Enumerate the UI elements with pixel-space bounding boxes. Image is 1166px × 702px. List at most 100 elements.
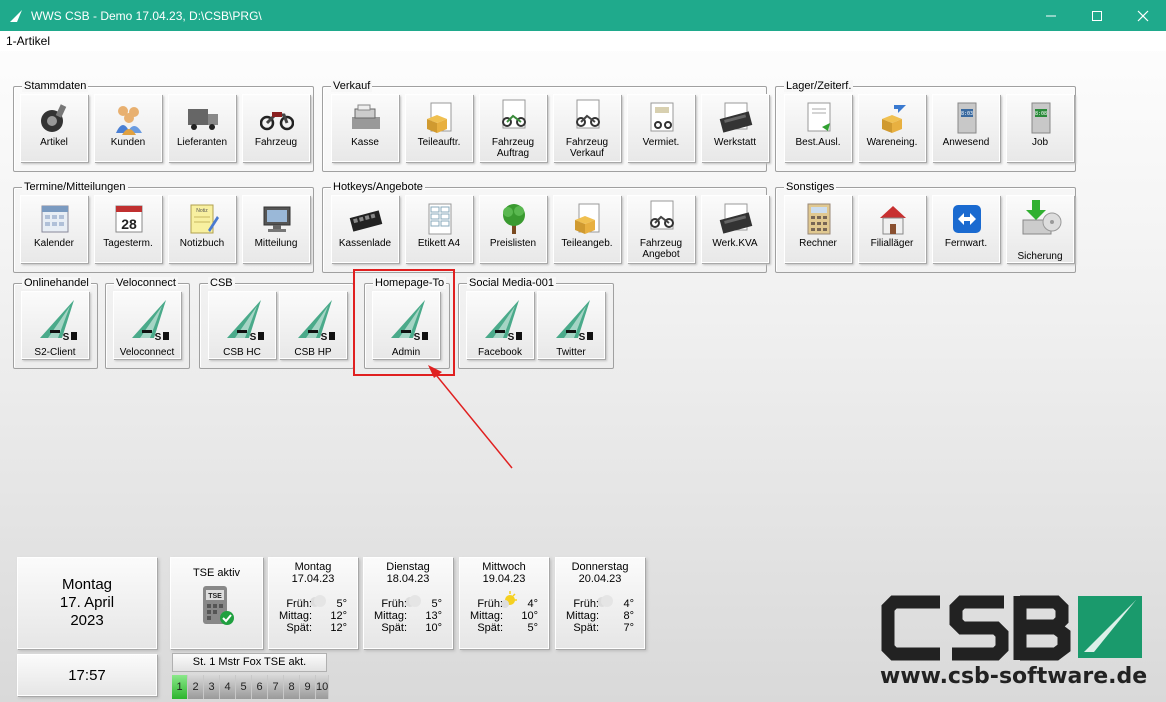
group-title: Verkauf (331, 80, 373, 92)
tile-wareneing[interactable]: Wareneing. (858, 94, 926, 162)
clock-panel: 17:57 (17, 654, 157, 696)
minimize-button[interactable] (1028, 0, 1074, 31)
tile-vermiet[interactable]: Vermiet. (627, 94, 695, 162)
tile-fahrzeug-auftrag[interactable]: Fahrzeug Auftrag (479, 94, 547, 162)
customers-icon (116, 106, 142, 135)
tile-tagesterm[interactable]: 28 Tagesterm. (94, 195, 162, 263)
group-sonstiges: Sonstiges Rechner Filialläger Fernwart. … (775, 181, 1076, 273)
tile-fernwart[interactable]: Fernwart. (932, 195, 1000, 263)
station-button[interactable]: 4 (220, 675, 236, 699)
station-button[interactable]: 9 (300, 675, 316, 699)
time-clock-icon: 8:03 (957, 102, 977, 134)
weather-temp-frueh: 4° (623, 598, 634, 610)
group-title: Stammdaten (22, 80, 89, 92)
tile-twitter[interactable]: S Twitter (537, 291, 605, 359)
rental-icon (650, 102, 674, 132)
weather-date: 18.04.23 (386, 573, 430, 585)
weather-date: 20.04.23 (578, 573, 622, 585)
order-document-icon (807, 102, 831, 132)
tile-etikett-a4[interactable]: Etikett A4 (405, 195, 473, 263)
station-button[interactable]: 6 (252, 675, 268, 699)
tile-kasse[interactable]: Kasse (331, 94, 399, 162)
tile-kunden[interactable]: Kunden (94, 94, 162, 162)
station-label[interactable]: St. 1 Mstr Fox TSE akt. (172, 653, 327, 672)
tile-s2-client[interactable]: S S2-Client (21, 291, 89, 359)
tile-filiallaeger[interactable]: Filialläger (858, 195, 926, 263)
vehicle-offer-icon (650, 200, 674, 230)
tile-best-ausl[interactable]: Best.Ausl. (784, 94, 852, 162)
weather-label-mittag: Mittag: (565, 610, 599, 622)
tile-preislisten[interactable]: Preislisten (479, 195, 547, 263)
weather-temp-mittag: 12° (330, 610, 347, 622)
weather-label-frueh: Früh: (381, 598, 407, 610)
tile-kalender[interactable]: Kalender (20, 195, 88, 263)
tile-facebook[interactable]: S Facebook (466, 291, 534, 359)
weather-weekday: Montag (294, 561, 332, 573)
station-button[interactable]: 7 (268, 675, 284, 699)
tile-teileauftr[interactable]: Teileauftr. (405, 94, 473, 162)
csb-logo-icon: S (227, 300, 264, 343)
tile-artikel[interactable]: Artikel (20, 94, 88, 162)
title-bar: WWS CSB - Demo 17.04.23, D:\CSB\PRG\ (0, 0, 1166, 31)
truck-icon (188, 109, 218, 130)
tile-kassenlade[interactable]: Kassenlade (331, 195, 399, 263)
tile-teileangeb[interactable]: Teileangeb. (553, 195, 621, 263)
weather-weekday: Mittwoch (482, 561, 526, 573)
tile-fahrzeug[interactable]: Fahrzeug (242, 94, 310, 162)
csb-website-link[interactable]: www.csb-software.de (880, 664, 1147, 689)
tse-status-label: TSE aktiv (192, 567, 241, 579)
group-social: Social Media-001 S Facebook S Twitter (458, 277, 614, 369)
menu-artikel[interactable]: 1-Artikel (6, 34, 50, 48)
tile-label: Veloconnect (119, 347, 175, 358)
tile-rechner[interactable]: Rechner (784, 195, 852, 263)
weather-weekday: Donnerstag (571, 561, 629, 573)
tile-csb-hp[interactable]: S CSB HP (279, 291, 347, 359)
weather-label-spaet: Spät: (573, 622, 599, 634)
station-button[interactable]: 10 (316, 675, 329, 699)
tile-lieferanten[interactable]: Lieferanten (168, 94, 236, 162)
tile-csb-hc[interactable]: S CSB HC (208, 291, 276, 359)
tile-label: Anwesend (942, 137, 990, 148)
toolbox-icon (719, 102, 753, 133)
station-button[interactable]: 2 (188, 675, 204, 699)
tile-label: Artikel (40, 137, 68, 148)
weather-temp-spaet: 10° (425, 622, 442, 634)
tire-icon (41, 104, 67, 132)
svg-text:S: S (155, 332, 162, 343)
tile-sicherung[interactable]: Sicherung (1006, 195, 1074, 263)
message-monitor-icon (263, 206, 291, 232)
group-title: Sonstiges (784, 181, 837, 193)
tile-anwesend[interactable]: 8:03 Anwesend (932, 94, 1000, 162)
tile-werkstatt[interactable]: Werkstatt (701, 94, 769, 162)
tile-notizbuch[interactable]: Notiz Notizbuch (168, 195, 236, 263)
daily-calendar-icon: 28 (115, 205, 143, 233)
tile-werk-kva[interactable]: Werk.KVA (701, 195, 769, 263)
weather-day: Montag 17.04.23 Früh: 5° Mittag: 12° Spät:… (268, 557, 358, 649)
group-title: Onlinehandel (22, 277, 91, 289)
weather-label-spaet: Spät: (477, 622, 503, 634)
weather-day: Mittwoch 19.04.23 Früh: 4° Mittag: 10° Spä… (459, 557, 549, 649)
tile-label: Werkstatt (713, 137, 757, 148)
weather-temp-mittag: 10° (521, 610, 538, 622)
maximize-button[interactable] (1074, 0, 1120, 31)
station-button[interactable]: 3 (204, 675, 220, 699)
weather-temp-mittag: 13° (425, 610, 442, 622)
cash-drawer-icon (349, 210, 383, 232)
station-button[interactable]: 1 (172, 675, 188, 699)
tile-veloconnect[interactable]: S Veloconnect (113, 291, 181, 359)
tile-label: Kasse (351, 137, 379, 148)
vehicle-order-icon (502, 99, 526, 129)
tile-fahrzeug-verkauf[interactable]: Fahrzeug Verkauf (553, 94, 621, 162)
tile-job[interactable]: 8:08 Job (1006, 94, 1074, 162)
station-button[interactable]: 5 (236, 675, 252, 699)
weather-temp-mittag: 8° (623, 610, 634, 622)
weather-day: Donnerstag 20.04.23 Früh: 4° Mittag: 8° Sp… (555, 557, 645, 649)
weather-label-mittag: Mittag: (278, 610, 312, 622)
tile-mitteilung[interactable]: Mitteilung (242, 195, 310, 263)
tile-label: Wareneing. (866, 137, 918, 148)
date-weekday: Montag (61, 576, 113, 593)
tile-fahrzeug-angebot[interactable]: Fahrzeug Angebot (627, 195, 695, 263)
station-button[interactable]: 8 (284, 675, 300, 699)
tse-panel[interactable]: TSE aktiv TSE (170, 557, 263, 649)
close-button[interactable] (1120, 0, 1166, 31)
